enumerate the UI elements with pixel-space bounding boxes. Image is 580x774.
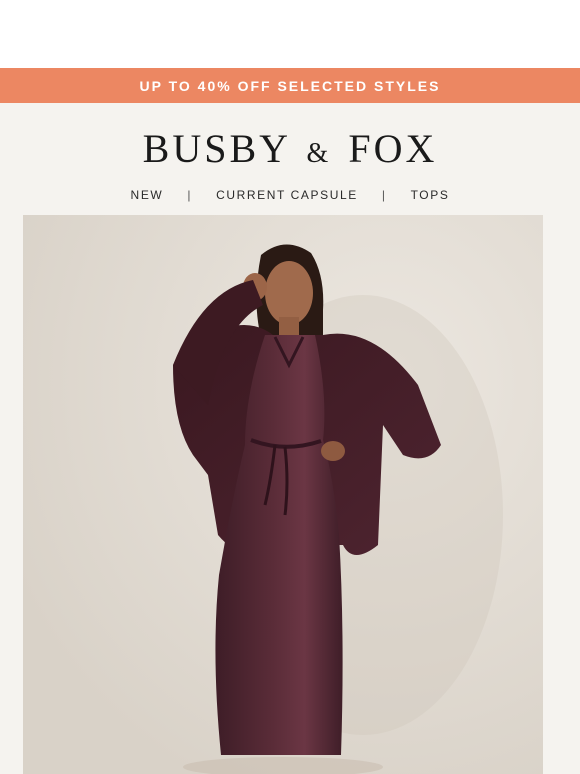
nav-item-tops[interactable]: TOPS — [411, 188, 450, 202]
nav-item-new[interactable]: NEW — [131, 188, 164, 202]
brand-logo[interactable]: BUSBY & FOX — [0, 129, 580, 169]
main-area: BUSBY & FOX NEW | CURRENT CAPSULE | TOPS — [0, 103, 580, 774]
top-spacer — [0, 0, 580, 68]
promo-banner[interactable]: UP TO 40% OFF SELECTED STYLES — [0, 68, 580, 103]
nav-separator: | — [187, 188, 193, 202]
model-photo-icon — [23, 215, 543, 774]
main-nav: NEW | CURRENT CAPSULE | TOPS — [0, 188, 580, 202]
brand-name-part1: BUSBY — [142, 126, 290, 171]
hero-image[interactable] — [23, 215, 543, 774]
nav-item-current-capsule[interactable]: CURRENT CAPSULE — [216, 188, 358, 202]
nav-separator: | — [381, 188, 387, 202]
brand-ampersand: & — [306, 138, 332, 169]
promo-text[interactable]: UP TO 40% OFF SELECTED STYLES — [140, 78, 441, 94]
brand-name-part2: FOX — [348, 126, 438, 171]
